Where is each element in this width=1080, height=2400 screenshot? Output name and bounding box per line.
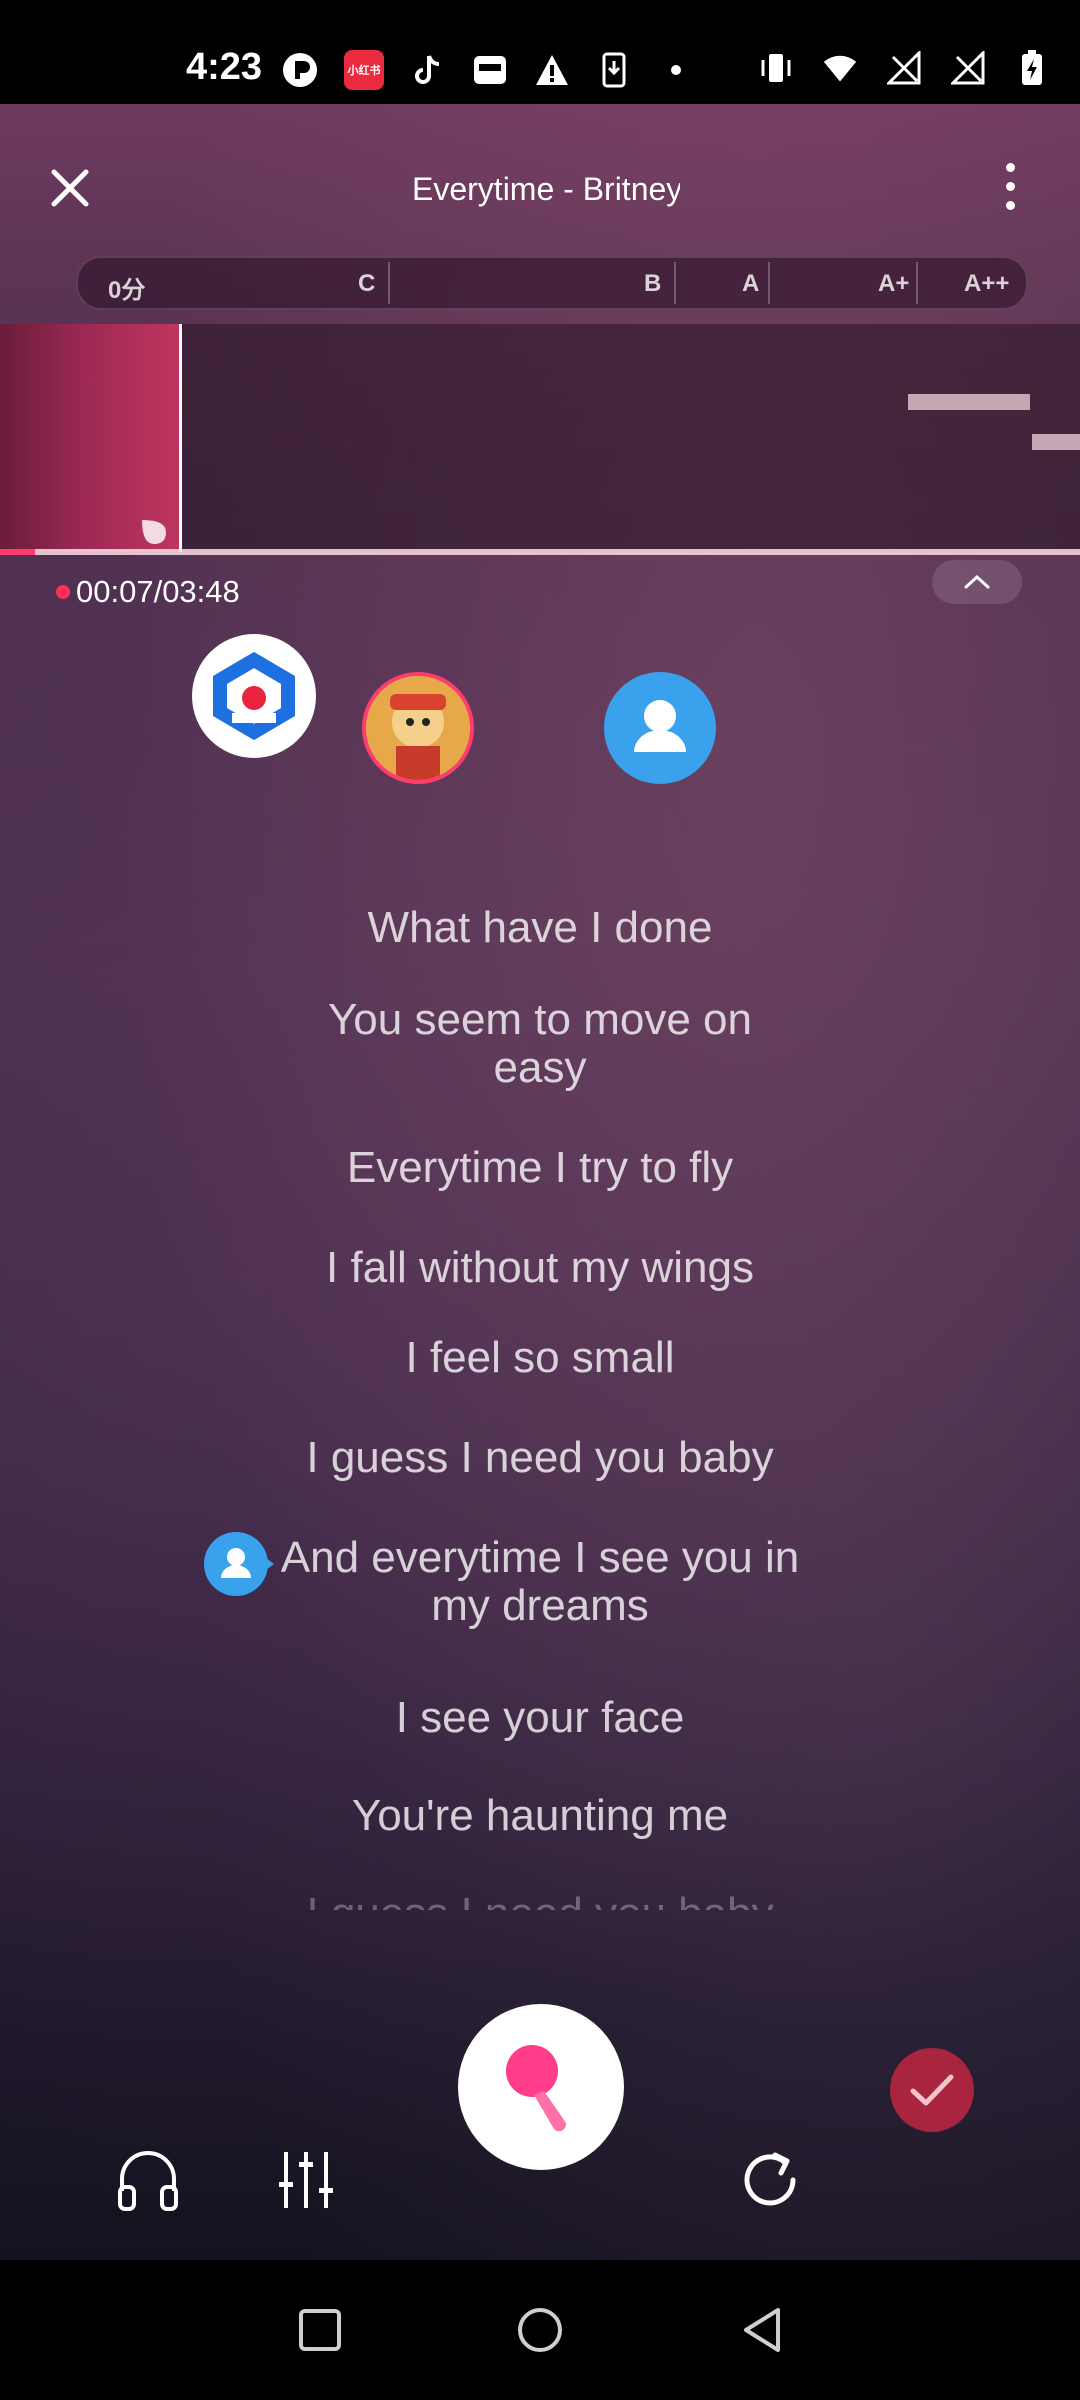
score-divider	[388, 262, 390, 304]
lyric-line-text: You seem to move on easy	[328, 995, 752, 1092]
xiaohongshu-icon: 小红书	[344, 50, 384, 90]
system-icons	[758, 50, 1050, 86]
pitch-indicator-icon	[142, 520, 166, 544]
lyric-line: I guess I need you baby	[0, 1890, 1080, 1910]
pitch-visualizer	[0, 324, 1080, 552]
lyric-line: I fall without my wings	[326, 1243, 754, 1292]
score-b-label: B	[644, 270, 662, 297]
lyric-line: What have I done	[367, 903, 713, 952]
close-button[interactable]	[40, 158, 100, 218]
user-photo-icon	[366, 676, 470, 780]
lyric-line: And everytime I see you in my dreams	[0, 1534, 1080, 1630]
lyric-line: I feel so small	[405, 1333, 675, 1382]
tiktok-icon	[410, 52, 446, 88]
lyric-line: I guess I need you baby	[306, 1433, 774, 1482]
user-icon	[221, 1548, 251, 1578]
warning-icon	[534, 52, 570, 88]
avatar-app-logo[interactable]	[192, 634, 316, 758]
status-time: 4:23	[186, 46, 263, 88]
score-a-plus-label: A+	[878, 270, 910, 297]
restart-icon	[744, 2152, 796, 2206]
pitch-note	[1032, 434, 1080, 450]
lyric-line: You seem to move on easy	[0, 996, 1080, 1092]
signal-icon	[886, 50, 922, 86]
home-button[interactable]	[510, 2300, 570, 2360]
lyric-line: I see your face	[395, 1693, 685, 1742]
current-singer-avatar	[204, 1532, 268, 1596]
more-icon	[1005, 162, 1015, 172]
recents-icon	[299, 2309, 341, 2351]
score-c-label: C	[358, 270, 376, 297]
battery-charging-icon	[1014, 50, 1050, 86]
more-options-button[interactable]	[984, 156, 1036, 216]
record-microphone-button[interactable]	[458, 2004, 624, 2170]
lyric-line: Everytime I try to fly	[346, 1143, 734, 1192]
back-icon	[744, 2308, 780, 2352]
chevron-up-icon	[964, 574, 990, 589]
recording-dot-icon	[56, 585, 70, 599]
back-button[interactable]	[732, 2300, 792, 2360]
restart-button[interactable]	[734, 2144, 806, 2216]
karaoke-screen: Everytime - Britney Spears 0分 C B A A+ A…	[0, 104, 1080, 2260]
collapse-button[interactable]	[932, 560, 1022, 604]
lyric-line-text: And everytime I see you in my dreams	[280, 1533, 800, 1630]
vibrate-icon	[758, 50, 794, 86]
song-title[interactable]: Everytime - Britney Spears	[400, 164, 680, 214]
p-app-icon	[282, 52, 318, 88]
status-bar: 4:23 小红书	[0, 0, 1080, 104]
dot-icon	[658, 52, 694, 88]
headphones-button[interactable]	[112, 2144, 184, 2216]
song-title-text: Everytime - Britney Spears	[412, 170, 680, 207]
elapsed-total-time: 00:07/03:48	[76, 574, 240, 609]
pitch-cursor	[179, 324, 182, 552]
home-icon	[518, 2308, 562, 2352]
score-a-plus-plus-label: A++	[964, 270, 1010, 297]
score-divider	[674, 262, 676, 304]
score-zero-label: 0分	[108, 277, 146, 304]
check-icon	[910, 2074, 954, 2106]
headphones-icon	[118, 2151, 178, 2211]
time-display: 00:07/03:48	[56, 574, 240, 610]
singer-pointer	[262, 1555, 274, 1573]
navigation-bar	[0, 2260, 1080, 2400]
recents-button[interactable]	[290, 2300, 350, 2360]
microphone-icon	[506, 2045, 567, 2132]
score-divider	[916, 262, 918, 304]
avatar-singer[interactable]	[362, 672, 474, 784]
close-icon	[51, 169, 89, 207]
notification-icons: 小红书	[282, 50, 694, 90]
finish-button[interactable]	[890, 2048, 974, 2132]
user-icon	[634, 700, 686, 752]
lyric-line: You're haunting me	[351, 1791, 729, 1840]
avatar-default-user[interactable]	[604, 672, 716, 784]
score-a-label: A	[742, 270, 760, 297]
mixer-icon	[279, 2152, 333, 2208]
inbox-icon	[472, 52, 508, 88]
signal-icon	[950, 50, 986, 86]
song-progress-bar[interactable]	[0, 549, 1080, 555]
wifi-icon	[822, 50, 858, 86]
score-divider	[768, 262, 770, 304]
pitch-note	[908, 394, 1030, 410]
score-level-bar: 0分 C B A A+ A++	[76, 256, 1028, 310]
download-icon	[596, 52, 632, 88]
audio-mixer-button[interactable]	[270, 2144, 342, 2216]
song-progress-fill	[0, 549, 35, 555]
logo-icon	[213, 651, 295, 741]
